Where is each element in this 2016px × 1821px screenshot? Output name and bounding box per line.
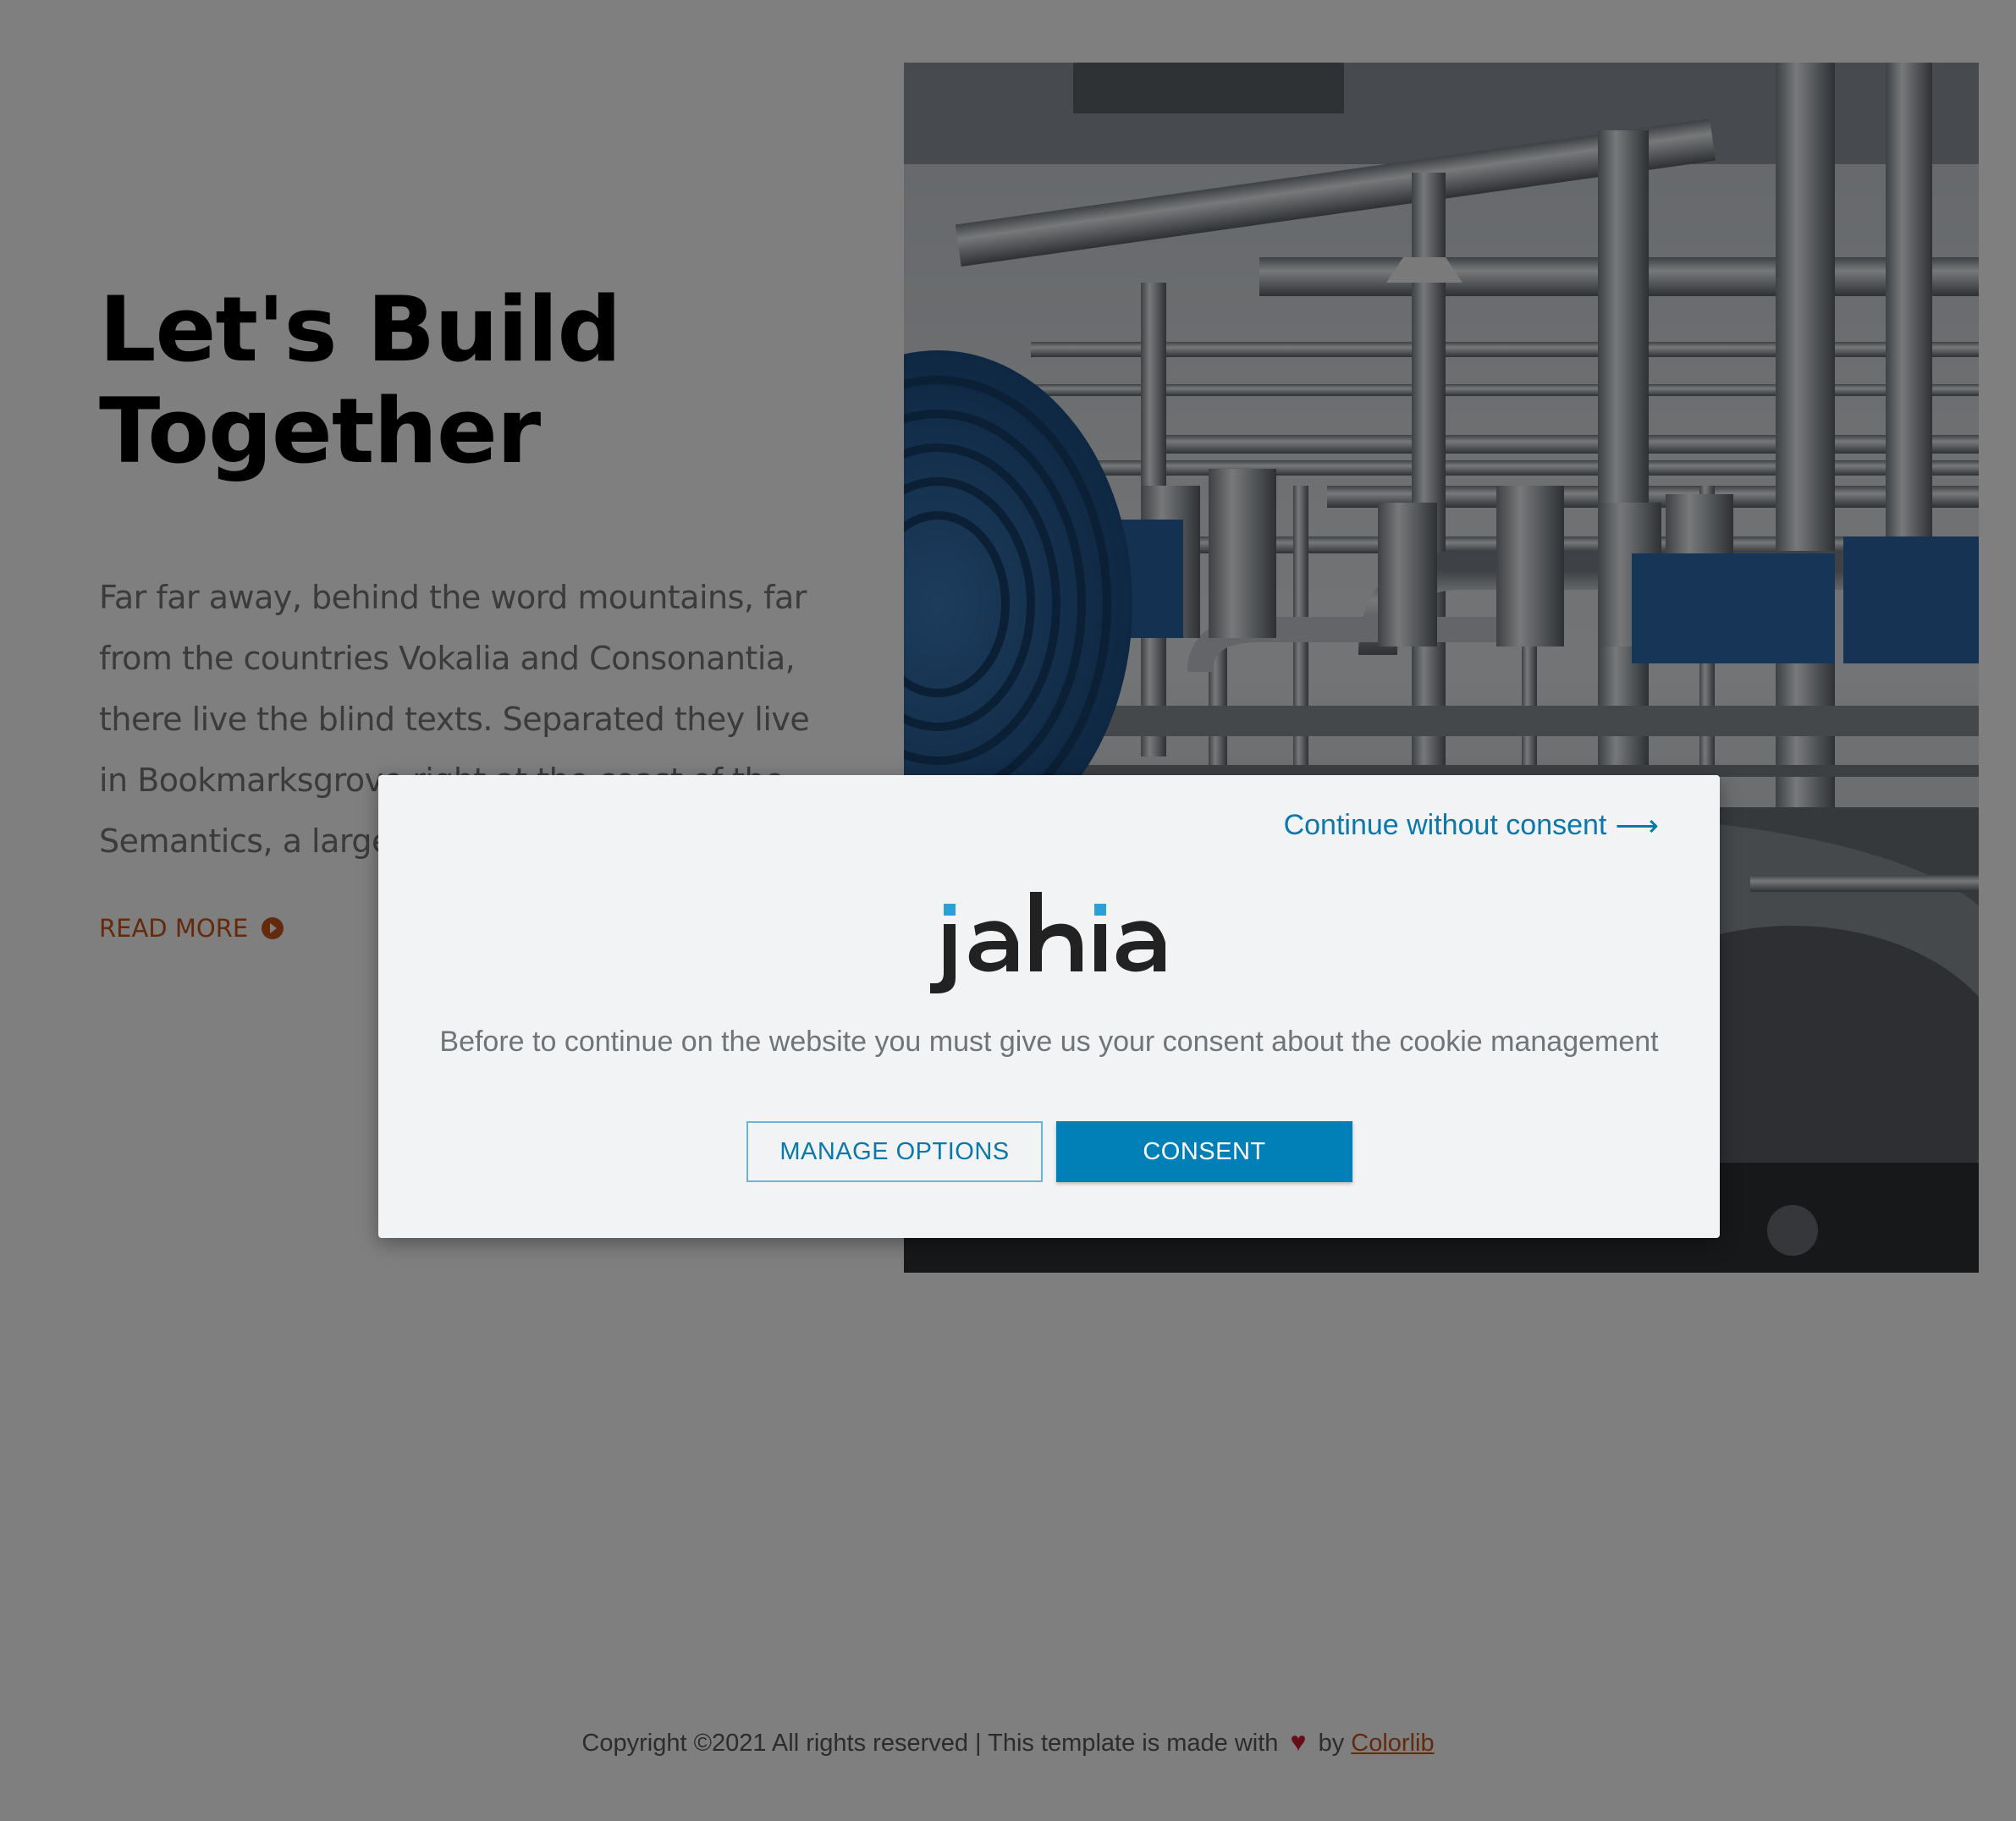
continue-without-consent-link[interactable]: Continue without consent ⟶ — [1284, 809, 1659, 842]
manage-options-button[interactable]: MANAGE OPTIONS — [746, 1121, 1043, 1182]
consent-button[interactable]: CONSENT — [1056, 1121, 1352, 1182]
cookie-consent-modal: Continue without consent ⟶ Before to con… — [378, 775, 1720, 1238]
arrow-right-icon: ⟶ — [1615, 807, 1659, 843]
consent-message: Before to continue on the website you mu… — [439, 1026, 1659, 1058]
jahia-logo — [930, 892, 1165, 993]
continue-without-consent-label: Continue without consent — [1283, 809, 1607, 841]
